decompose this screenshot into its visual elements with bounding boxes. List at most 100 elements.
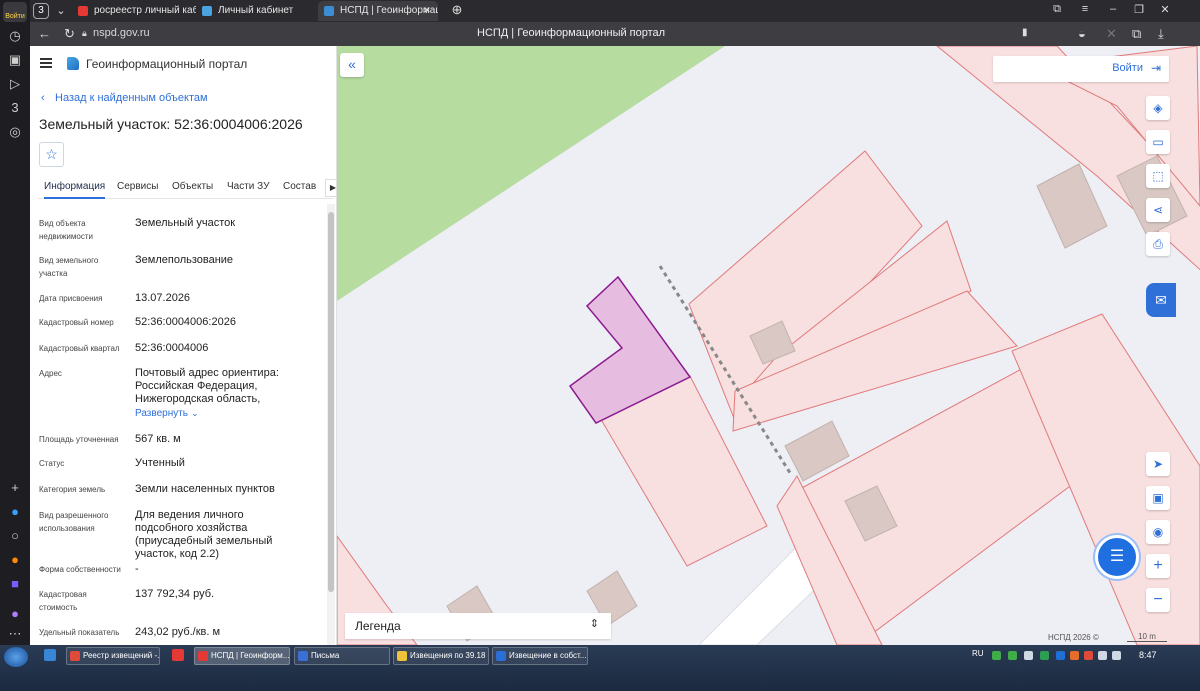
close-window-icon[interactable]: ✕ xyxy=(1156,3,1174,16)
clock[interactable]: 8:47 xyxy=(1139,650,1157,660)
login-button[interactable]: Войти ⇥ xyxy=(993,56,1169,82)
property-label: Вид объекта недвижимости xyxy=(39,219,93,241)
back-link-label: Назад к найденным объектам xyxy=(55,92,208,104)
url-field[interactable]: nspd.gov.ru xyxy=(93,27,150,39)
print-button[interactable]: ⎙ xyxy=(1146,232,1170,256)
maximize-icon[interactable]: ❐ xyxy=(1130,3,1148,16)
app-icon[interactable]: ● xyxy=(7,504,23,520)
ruler-button[interactable]: ▭ xyxy=(1146,130,1170,154)
tab-count-button[interactable]: 3 xyxy=(33,3,49,19)
map-canvas[interactable] xyxy=(337,46,1200,645)
locate-button[interactable]: ➤ xyxy=(1146,452,1170,476)
fox-icon[interactable]: ● xyxy=(7,552,23,568)
chat-icon: ✉ xyxy=(1155,292,1167,308)
login-badge[interactable]: Войти xyxy=(3,2,27,22)
tab-count-icon[interactable]: 3 xyxy=(7,100,23,116)
building xyxy=(1036,163,1108,249)
hamburger-menu-icon[interactable] xyxy=(40,58,52,68)
more-icon[interactable]: ⋯ xyxy=(7,626,23,642)
network-icon[interactable] xyxy=(1098,651,1107,660)
taskbar-item-nspd[interactable]: НСПД | Геоинформ... xyxy=(194,647,290,665)
reload-icon[interactable]: ↻ xyxy=(64,26,75,42)
taskbar-item-notices-folder[interactable]: Извещения по 39.18 xyxy=(393,647,489,665)
bookmark-icon[interactable]: ▮ xyxy=(1022,27,1028,38)
tray-icon[interactable] xyxy=(1040,651,1049,660)
tray-icon[interactable] xyxy=(1084,651,1093,660)
camera-icon[interactable]: ◎ xyxy=(7,124,23,140)
tray-icon[interactable] xyxy=(1024,651,1033,660)
property-value: Почтовый адрес ориентира: Российская Фед… xyxy=(135,367,279,405)
taskbar-item-mail[interactable]: Письма xyxy=(294,647,390,665)
taskbar-label: Реестр извещений -... xyxy=(83,651,160,660)
minimize-icon[interactable]: – xyxy=(1104,3,1122,15)
favorite-star-button[interactable]: ☆ xyxy=(39,142,64,167)
share-icon[interactable]: ⧉ xyxy=(1132,26,1141,42)
tab-composition[interactable]: Состав xyxy=(283,181,316,192)
tray-icon[interactable] xyxy=(1056,651,1065,660)
ie-icon[interactable] xyxy=(44,649,56,661)
play-icon[interactable]: ▷ xyxy=(7,76,23,92)
property-value: 567 кв. м xyxy=(135,433,181,445)
start-button[interactable] xyxy=(4,647,28,667)
tab-parts[interactable]: Части ЗУ xyxy=(227,181,269,192)
messenger-icon[interactable]: ■ xyxy=(7,576,23,592)
back-to-results-link[interactable]: ‹ Назад к найденным объектам xyxy=(41,92,208,104)
geolocation-button[interactable]: ◉ xyxy=(1146,520,1170,544)
yandex-icon[interactable] xyxy=(172,649,184,661)
portal-logo xyxy=(67,57,79,70)
assistant-icon[interactable]: ● xyxy=(7,606,23,622)
close-tab-icon[interactable]: ✕ xyxy=(418,5,436,16)
tab-rosreestr[interactable]: росреестр личный кабин xyxy=(72,1,196,21)
share-map-button[interactable]: ⋖ xyxy=(1146,198,1170,222)
extension-icon[interactable]: ✕ xyxy=(1106,26,1117,42)
volume-icon[interactable] xyxy=(1112,651,1121,660)
scrollbar-thumb[interactable] xyxy=(328,212,334,592)
tab-label: Личный кабинет xyxy=(218,5,294,16)
tab-objects[interactable]: Объекты xyxy=(172,181,213,192)
chevron-left-icon: ‹ xyxy=(41,92,45,104)
chat-bubble-button[interactable]: ☰ xyxy=(1095,535,1139,579)
zoom-in-button[interactable]: + xyxy=(1146,554,1170,578)
map-view[interactable]: « Войти ⇥ ◈ ▭ ⬚ ⋖ ⎙ ✉ ➤ ▣ ◉ + − ☰ Легенд… xyxy=(337,46,1200,645)
property-label: Адрес xyxy=(39,369,62,378)
download-icon[interactable]: ⤓ xyxy=(1158,26,1164,42)
legend-panel[interactable]: Легенда ⇕ xyxy=(345,613,611,639)
layers-button[interactable]: ◈ xyxy=(1146,96,1170,120)
select-area-button[interactable]: ⬚ xyxy=(1146,164,1170,188)
tray-icon[interactable] xyxy=(1008,651,1017,660)
protect-icon[interactable]: ◒ xyxy=(1078,26,1086,41)
back-arrow-icon[interactable]: ← xyxy=(38,26,51,41)
zoom-out-button[interactable]: − xyxy=(1146,588,1170,612)
support-chat-tab[interactable]: ✉ xyxy=(1146,283,1176,317)
panel-scrollbar[interactable] xyxy=(327,204,335,645)
history-icon[interactable]: ◷ xyxy=(7,28,23,44)
taskbar-item-registry[interactable]: Реестр извещений -... xyxy=(66,647,160,665)
message-icon: ☰ xyxy=(1109,548,1125,565)
collections-icon[interactable]: ▣ xyxy=(7,52,23,68)
tray-icon[interactable] xyxy=(1070,651,1079,660)
collapse-panel-button[interactable]: « xyxy=(340,53,364,77)
tab-information[interactable]: Информация xyxy=(44,181,106,199)
alice-icon[interactable]: ○ xyxy=(7,528,23,544)
expand-address-link[interactable]: Развернуть ⌄ xyxy=(135,407,315,420)
property-label: Кадастровый квартал xyxy=(39,344,120,353)
tabs-next-button[interactable]: ▶ xyxy=(325,179,337,197)
info-tabs: Информация Сервисы Объекты Части ЗУ Сост… xyxy=(38,177,337,199)
tray-icon[interactable] xyxy=(992,651,1001,660)
new-tab-icon[interactable]: ⊕ xyxy=(448,2,466,18)
tab-personal-cabinet[interactable]: Личный кабинет xyxy=(196,1,318,21)
property-value: - xyxy=(135,563,139,575)
app-title: Геоинформационный портал xyxy=(86,57,248,71)
minimap-button[interactable]: ▣ xyxy=(1146,486,1170,510)
taskbar-item-word-doc[interactable]: Извещение в собст... xyxy=(492,647,588,665)
plus-icon: + xyxy=(1153,557,1163,574)
tab-actions-icon[interactable]: ⧉ xyxy=(1048,3,1066,16)
word-icon xyxy=(496,651,506,661)
tab-list-chevron-icon[interactable]: ⌄ xyxy=(52,4,70,17)
menu-icon[interactable]: ≡ xyxy=(1076,3,1094,15)
add-icon[interactable]: + xyxy=(7,480,23,496)
chevron-right-icon: ▶ xyxy=(329,183,337,192)
tab-services[interactable]: Сервисы xyxy=(117,181,158,192)
language-indicator[interactable]: RU xyxy=(972,649,984,658)
taskbar-label: НСПД | Геоинформ... xyxy=(211,651,290,660)
